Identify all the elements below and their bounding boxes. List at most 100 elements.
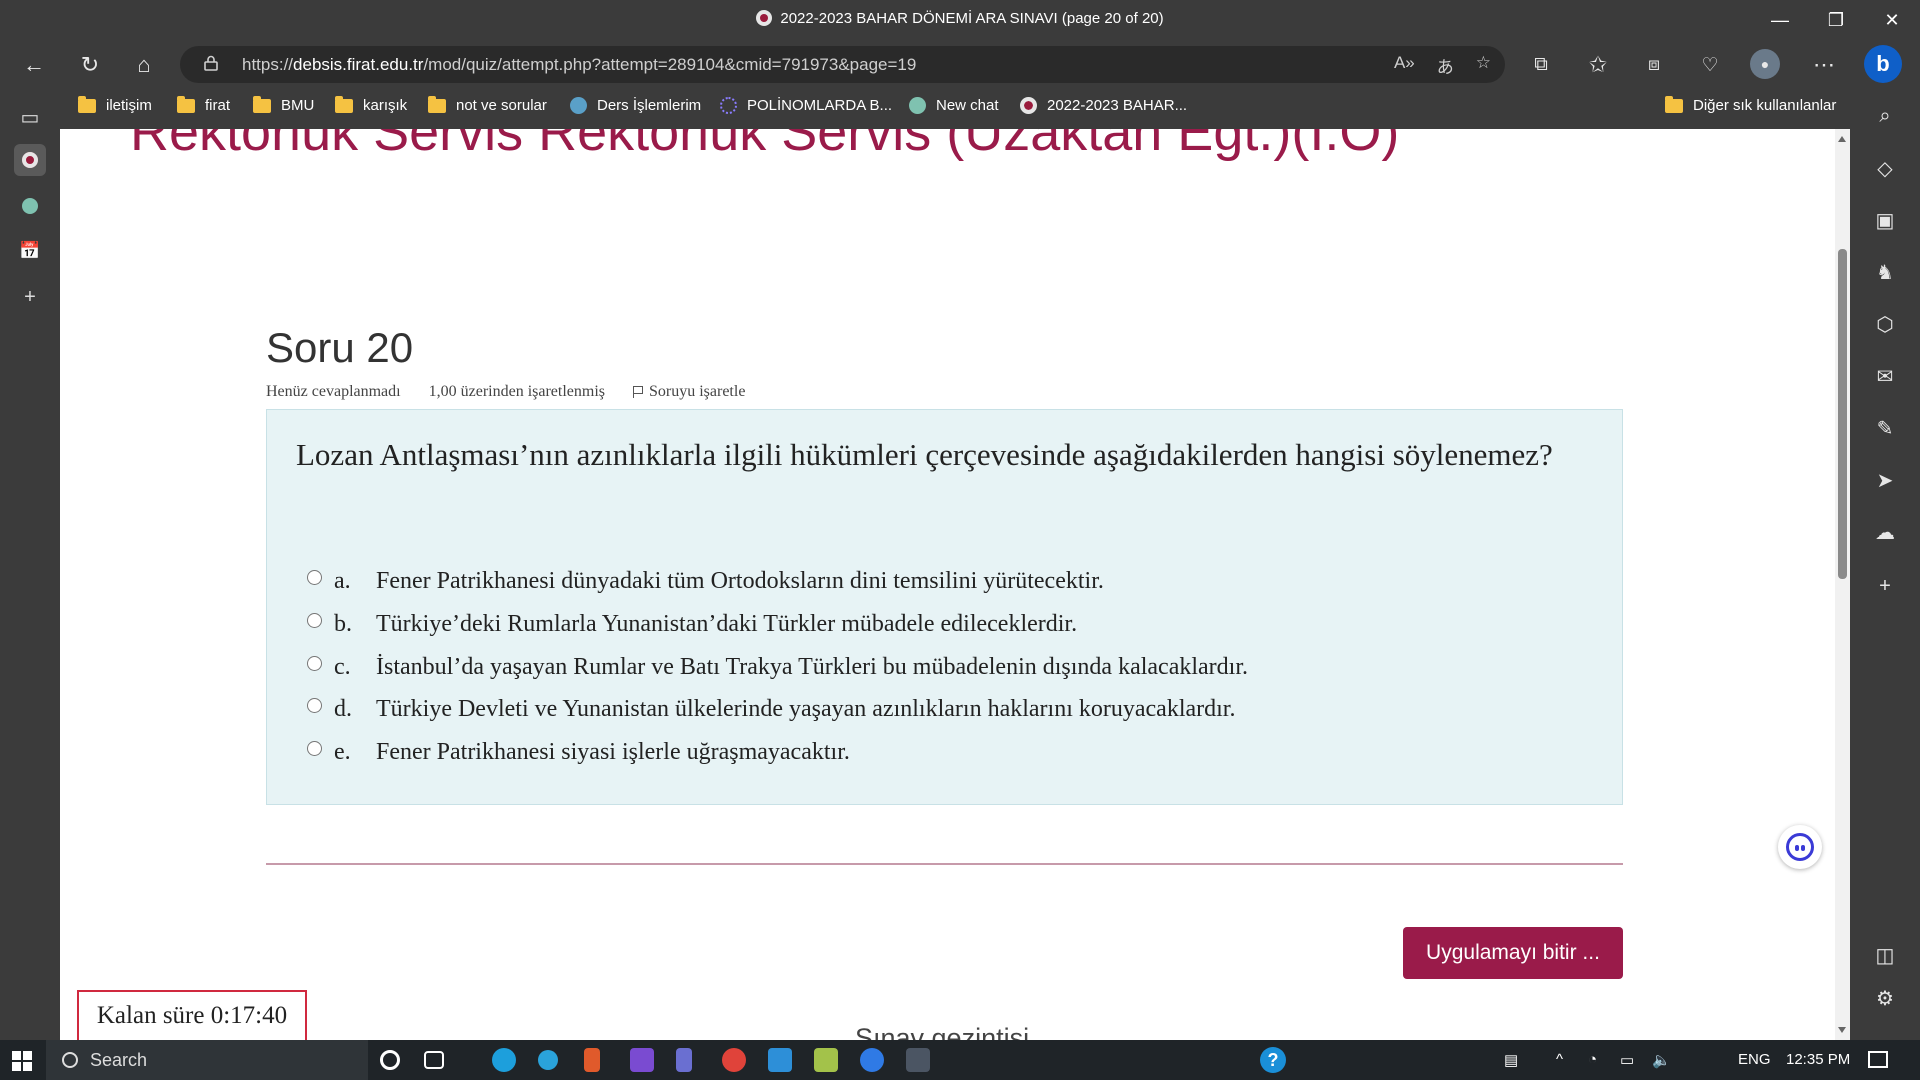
bing-chat-icon[interactable]: b (1864, 45, 1902, 83)
page-scrollbar[interactable] (1835, 129, 1850, 1040)
folder-icon (177, 95, 195, 113)
vscode-app-icon[interactable] (768, 1048, 792, 1072)
bookmark-new-chat[interactable]: New chat (909, 97, 999, 114)
option-b[interactable]: b. Türkiye’deki Rumlarla Yunanistan’daki … (307, 611, 1077, 638)
volume-icon[interactable]: 🔈 (1652, 1051, 1671, 1069)
settings-icon[interactable]: ⚙ (1870, 983, 1900, 1013)
taskbar-search[interactable]: Search (46, 1040, 368, 1080)
briefcase-icon[interactable]: ▣ (1870, 205, 1900, 235)
option-c[interactable]: c. İstanbul’da yaşayan Rumlar ve Batı Tra… (307, 654, 1248, 681)
windows-start-icon[interactable] (12, 1051, 32, 1071)
search-icon (62, 1052, 78, 1068)
tab-chatgpt[interactable] (14, 190, 46, 222)
collections-icon[interactable]: ⧈ (1638, 49, 1670, 81)
calculator-app-icon[interactable] (906, 1048, 930, 1072)
scroll-up-icon[interactable] (1838, 136, 1846, 142)
language-indicator[interactable]: ENG (1738, 1051, 1771, 1068)
games-icon[interactable]: ♞ (1870, 257, 1900, 287)
address-bar[interactable]: https://debsis.firat.edu.tr/mod/quiz/att… (180, 46, 1505, 83)
read-aloud-icon[interactable]: A» (1394, 53, 1415, 78)
restore-button[interactable]: ❐ (1808, 0, 1864, 41)
home-icon[interactable]: ⌂ (128, 49, 160, 81)
favorites-icon[interactable]: ✩ (1582, 49, 1614, 81)
scroll-thumb[interactable] (1838, 249, 1847, 579)
bookmark-2022-2023-bahar[interactable]: 2022-2023 BAHAR... (1020, 97, 1187, 114)
help-icon[interactable]: ? (1260, 1047, 1286, 1073)
radio-button[interactable] (307, 613, 322, 628)
assistant-bubble[interactable] (1778, 825, 1822, 869)
news-icon[interactable]: ▤ (1504, 1051, 1518, 1069)
title-bar: 2022-2023 BAHAR DÖNEMİ ARA SINAVI (page … (0, 0, 1920, 41)
back-icon[interactable]: ← (18, 49, 50, 81)
search-icon[interactable]: ⌕ (1870, 101, 1900, 131)
task-view-icon[interactable] (424, 1051, 444, 1069)
folder-icon (1665, 95, 1683, 113)
radio-button[interactable] (307, 656, 322, 671)
office-icon[interactable]: ⬡ (1870, 309, 1900, 339)
clock[interactable]: 12:35 PM (1786, 1051, 1850, 1068)
option-d[interactable]: d. Türkiye Devleti ve Yunanistan ülkeleri… (307, 696, 1235, 723)
chatgpt-icon (909, 97, 926, 114)
close-button[interactable]: ✕ (1864, 0, 1920, 41)
split-panel-icon[interactable]: ◫ (1870, 940, 1900, 970)
tray-chevron-icon[interactable]: ^ (1556, 1051, 1563, 1068)
flag-question-link[interactable]: Soruyu işaretle (633, 383, 745, 401)
profile-avatar[interactable]: ● (1750, 49, 1780, 79)
extensions-icon[interactable]: ⧉ (1525, 49, 1557, 81)
add-sidebar-item-icon[interactable]: + (1870, 571, 1900, 601)
telegram-app-icon[interactable] (538, 1050, 558, 1070)
tab-quiz[interactable] (14, 144, 46, 176)
radio-button[interactable] (307, 741, 322, 756)
bookmark-not-ve-sorular[interactable]: not ve sorular (428, 95, 547, 114)
edge-sidebar: ⌕ ◇ ▣ ♞ ⬡ ✉ ✎ ➤ ☁ + ◫ ⚙ (1850, 87, 1920, 1040)
app-icon[interactable] (676, 1048, 692, 1072)
tab-calendar[interactable]: 📅 (14, 235, 46, 267)
folder-icon (253, 95, 271, 113)
bookmark-bmu[interactable]: BMU (253, 95, 314, 114)
bookmark-iletisim[interactable]: iletişim (78, 95, 152, 114)
option-e[interactable]: e. Fener Patrikhanesi siyasi işlerle uğra… (307, 739, 850, 766)
notepad-app-icon[interactable] (814, 1048, 838, 1072)
loading-icon (720, 97, 737, 114)
translate-icon[interactable]: あ (1437, 53, 1454, 78)
battery-icon[interactable]: ▭ (1620, 1051, 1634, 1069)
wifi-icon[interactable]: ◔ (1588, 1051, 1597, 1068)
vertical-tabs-bar: ▭ 📅 + (0, 87, 60, 1040)
add-favorite-icon[interactable]: ☆ (1476, 53, 1491, 78)
outlook-icon[interactable]: ✉ (1870, 361, 1900, 391)
tag-icon[interactable]: ◇ (1870, 153, 1900, 183)
bookmark-karisik[interactable]: karışık (335, 95, 407, 114)
question-mark: 1,00 üzerinden işaretlenmiş (428, 383, 605, 400)
bookmark-polinomlarda[interactable]: POLİNOMLARDA B... (720, 97, 892, 114)
cloud-icon[interactable]: ☁ (1870, 517, 1900, 547)
folder-icon (78, 95, 96, 113)
more-menu-icon[interactable]: ⋯ (1808, 49, 1840, 81)
browser-toolbar: ← ↻ ⌂ https://debsis.firat.edu.tr/mod/qu… (0, 41, 1920, 87)
scroll-down-icon[interactable] (1838, 1027, 1846, 1033)
video-editor-icon[interactable] (630, 1048, 654, 1072)
drawing-icon[interactable]: ✎ (1870, 413, 1900, 443)
divider (266, 863, 1623, 865)
edge-app-icon[interactable] (492, 1048, 516, 1072)
minimize-button[interactable]: — (1752, 0, 1808, 41)
bookmark-other-favorites[interactable]: Diğer sık kullanılanlar (1665, 95, 1836, 114)
app-icon[interactable] (584, 1048, 600, 1072)
send-icon[interactable]: ➤ (1870, 465, 1900, 495)
refresh-icon[interactable]: ↻ (74, 49, 106, 81)
question-info: Henüz cevaplanmadı 1,00 üzerinden işaret… (266, 383, 745, 401)
radio-button[interactable] (307, 570, 322, 585)
performance-icon[interactable]: ♡ (1694, 49, 1726, 81)
notifications-icon[interactable] (1868, 1051, 1888, 1068)
chrome-app-icon[interactable] (722, 1048, 746, 1072)
cortana-icon[interactable] (380, 1050, 400, 1070)
tab-actions-icon[interactable]: ▭ (14, 101, 46, 133)
option-a[interactable]: a. Fener Patrikhanesi dünyadaki tüm Ortod… (307, 568, 1104, 595)
new-tab-icon[interactable]: + (14, 281, 46, 313)
finish-attempt-button[interactable]: Uygulamayı bitir ... (1403, 927, 1623, 979)
chatgpt-icon (22, 198, 38, 214)
radio-button[interactable] (307, 698, 322, 713)
bookmark-firat[interactable]: firat (177, 95, 230, 114)
zoom-app-icon[interactable] (860, 1048, 884, 1072)
flag-icon (633, 386, 643, 398)
bookmark-ders-islemlerim[interactable]: Ders İşlemlerim (570, 97, 701, 114)
